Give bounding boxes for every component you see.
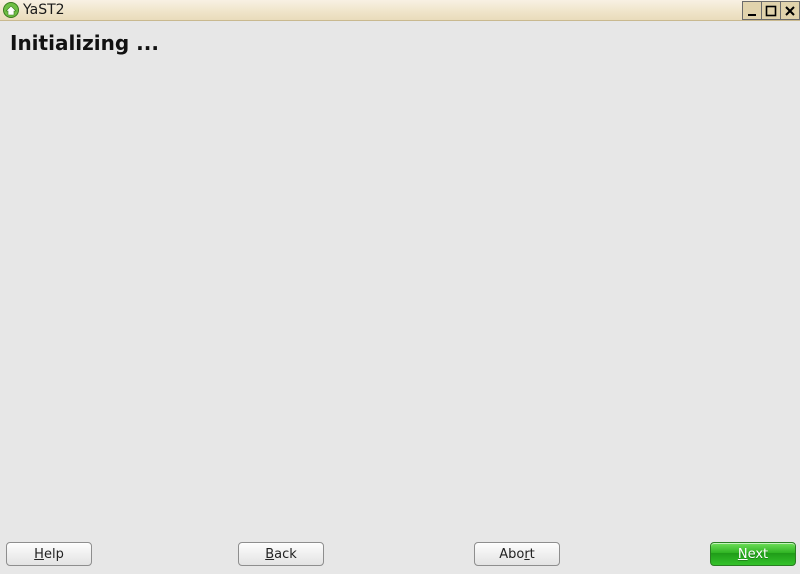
back-button-post: ack [274, 547, 297, 562]
abort-button-pre: Abo [499, 547, 524, 562]
abort-button-post: t [530, 547, 535, 562]
yast-app-icon [3, 2, 19, 18]
close-button[interactable] [780, 1, 800, 20]
maximize-button[interactable] [761, 1, 781, 20]
wizard-button-bar: Help Back Abort Next [0, 540, 800, 574]
yast2-window: YaST2 Initializing ... Help Back Abort N… [0, 0, 800, 574]
titlebar: YaST2 [0, 0, 800, 21]
back-button[interactable]: Back [238, 542, 324, 566]
content-area: Initializing ... [0, 21, 800, 540]
next-button-post: ext [748, 547, 769, 562]
abort-button[interactable]: Abort [474, 542, 560, 566]
next-button[interactable]: Next [710, 542, 796, 566]
page-heading: Initializing ... [10, 31, 159, 55]
back-button-mnemonic: B [265, 547, 274, 562]
help-button-post: elp [44, 547, 64, 562]
next-button-mnemonic: N [738, 547, 748, 562]
abort-button-mnemonic: r [524, 547, 529, 562]
help-button[interactable]: Help [6, 542, 92, 566]
window-title: YaST2 [23, 0, 65, 20]
window-controls [743, 0, 800, 21]
help-button-mnemonic: H [34, 547, 44, 562]
minimize-button[interactable] [742, 1, 762, 20]
